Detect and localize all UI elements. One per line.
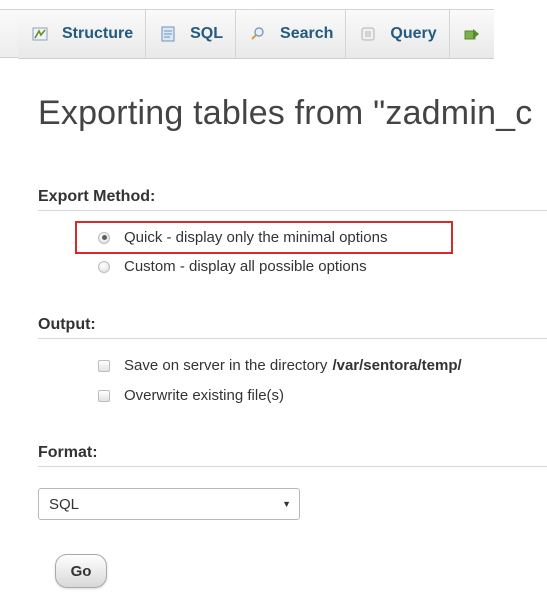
tab-export[interactable] bbox=[448, 10, 494, 58]
export-method-label: Export Method: bbox=[38, 188, 156, 205]
structure-icon bbox=[32, 26, 48, 42]
overwrite-label: Overwrite existing file(s) bbox=[124, 387, 285, 404]
tab-strip: Structure SQL Search Query bbox=[18, 9, 494, 59]
tab-query-label: Query bbox=[390, 25, 437, 42]
dropdown-arrow-icon: ▼ bbox=[282, 499, 291, 509]
tab-structure-label: Structure bbox=[62, 25, 134, 42]
custom-export-option[interactable]: Custom - display all possible options bbox=[98, 258, 367, 275]
top-tab-bar: Structure SQL Search Query bbox=[0, 0, 547, 70]
export-method-divider bbox=[38, 210, 547, 211]
format-select[interactable]: SQL ▼ bbox=[38, 488, 300, 520]
format-divider bbox=[38, 466, 547, 467]
tab-structure[interactable]: Structure bbox=[18, 10, 145, 58]
quick-export-option[interactable]: Quick - display only the minimal options bbox=[98, 229, 387, 246]
output-label: Output: bbox=[38, 316, 96, 333]
custom-option-label: Custom - display all possible options bbox=[124, 258, 367, 275]
overwrite-checkbox[interactable] bbox=[98, 389, 110, 402]
export-page: Structure SQL Search Query Exporting tab… bbox=[0, 0, 547, 598]
tab-bar-left-edge bbox=[0, 9, 18, 58]
tab-sql[interactable]: SQL bbox=[145, 10, 235, 58]
quick-option-label: Quick - display only the minimal options bbox=[124, 229, 388, 246]
format-label: Format: bbox=[38, 444, 98, 461]
save-on-server-option[interactable]: Save on server in the directory /var/sen… bbox=[98, 357, 462, 374]
tab-query[interactable]: Query bbox=[345, 10, 448, 58]
save-on-server-label: Save on server in the directory bbox=[124, 357, 328, 374]
tab-sql-label: SQL bbox=[190, 25, 224, 42]
query-icon bbox=[360, 26, 376, 42]
search-icon bbox=[250, 26, 266, 42]
page-title: Exporting tables from "zadmin_c bbox=[38, 94, 533, 132]
tab-search[interactable]: Search bbox=[235, 10, 345, 58]
export-icon bbox=[464, 26, 480, 42]
save-directory-path: /var/sentora/temp/ bbox=[332, 357, 462, 374]
tab-search-label: Search bbox=[280, 25, 334, 42]
save-on-server-checkbox[interactable] bbox=[98, 359, 110, 372]
format-selected-value: SQL bbox=[49, 495, 80, 513]
output-divider bbox=[38, 338, 547, 339]
overwrite-option[interactable]: Overwrite existing file(s) bbox=[98, 387, 284, 404]
go-button[interactable]: Go bbox=[55, 554, 107, 588]
custom-radio[interactable] bbox=[98, 260, 110, 273]
quick-radio[interactable] bbox=[98, 231, 110, 244]
sql-icon bbox=[160, 26, 176, 42]
